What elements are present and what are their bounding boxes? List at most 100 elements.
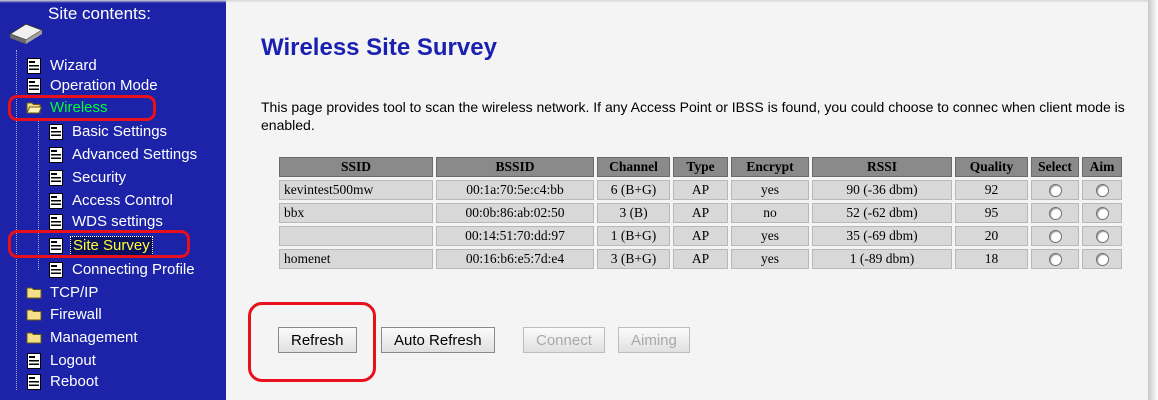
sidebar-item-label: Wireless	[50, 99, 108, 116]
tree-line	[38, 120, 39, 270]
folder-open-icon	[26, 102, 42, 114]
cell-channel: 3 (B)	[597, 203, 670, 223]
cell-type: AP	[673, 203, 728, 223]
cell-channel: 6 (B+G)	[597, 180, 670, 200]
page-icon	[49, 193, 63, 209]
folder-icon	[26, 309, 42, 321]
column-header-quality: Quality	[955, 157, 1028, 177]
cell-bssid: 00:16:b6:e5:7d:e4	[436, 249, 594, 269]
connect-button[interactable]: Connect	[523, 327, 605, 353]
sidebar-item-operation-mode[interactable]: Operation Mode	[26, 76, 160, 96]
cell-ssid: bbx	[279, 203, 433, 223]
auto-refresh-button[interactable]: Auto Refresh	[381, 327, 495, 353]
cell-channel: 1 (B+G)	[597, 226, 670, 246]
select-radio[interactable]	[1048, 184, 1062, 198]
page-edge-shadow	[1148, 0, 1158, 400]
cell-quality: 95	[955, 203, 1028, 223]
sidebar-item-basic-settings[interactable]: Basic Settings	[48, 122, 169, 142]
sidebar-item-advanced-settings[interactable]: Advanced Settings	[48, 145, 199, 165]
select-radio[interactable]	[1048, 207, 1062, 221]
sidebar-item-label: Site Survey	[70, 236, 153, 256]
sidebar-item-connecting-profile[interactable]: Connecting Profile	[48, 260, 197, 280]
cell-aim	[1082, 180, 1122, 200]
aim-radio[interactable]	[1095, 184, 1109, 198]
cell-aim	[1082, 226, 1122, 246]
cell-select	[1031, 203, 1079, 223]
cell-select	[1031, 180, 1079, 200]
page-icon	[49, 147, 63, 163]
aim-radio[interactable]	[1095, 253, 1109, 267]
sidebar-item-label: Wizard	[50, 57, 97, 74]
sidebar-item-label: Access Control	[72, 192, 173, 209]
page-icon	[27, 78, 41, 94]
page-icon	[49, 124, 63, 140]
page-icon	[49, 214, 63, 230]
cell-rssi: 52 (-62 dbm)	[812, 203, 952, 223]
page-title: Wireless Site Survey	[261, 34, 497, 61]
table-header-row: SSID BSSID Channel Type Encrypt RSSI Qua…	[279, 157, 1122, 177]
sidebar-item-site-survey[interactable]: Site Survey	[48, 236, 153, 256]
cell-ssid: kevintest500mw	[279, 180, 433, 200]
sidebar-item-label: TCP/IP	[50, 284, 99, 301]
sidebar-item-firewall[interactable]: Firewall	[26, 305, 104, 325]
page-icon	[49, 170, 63, 186]
sidebar-item-access-control[interactable]: Access Control	[48, 191, 175, 211]
sidebar-item-security[interactable]: Security	[48, 168, 128, 188]
cell-encrypt: yes	[731, 180, 809, 200]
cell-rssi: 1 (-89 dbm)	[812, 249, 952, 269]
cell-select	[1031, 226, 1079, 246]
sidebar-item-logout[interactable]: Logout	[26, 351, 98, 371]
sidebar-item-label: Firewall	[50, 306, 102, 323]
book-icon	[8, 23, 44, 44]
aiming-button[interactable]: Aiming	[618, 327, 690, 353]
sidebar-item-label: Connecting Profile	[72, 261, 195, 278]
folder-icon	[26, 332, 42, 344]
aim-radio[interactable]	[1095, 207, 1109, 221]
page-icon	[27, 353, 41, 369]
sidebar-item-label: Security	[72, 169, 127, 186]
cell-ssid	[279, 226, 433, 246]
cell-rssi: 35 (-69 dbm)	[812, 226, 952, 246]
select-radio[interactable]	[1048, 253, 1062, 267]
cell-type: AP	[673, 180, 728, 200]
sidebar-item-wireless[interactable]: Wireless	[26, 98, 110, 118]
sidebar-item-label: WDS settings	[72, 213, 163, 230]
refresh-button[interactable]: Refresh	[278, 327, 357, 353]
page-description: This page provides tool to scan the wire…	[261, 99, 1125, 133]
sidebar-item-label: Advanced Settings	[72, 146, 198, 163]
column-header-select: Select	[1031, 157, 1079, 177]
column-header-ssid: SSID	[279, 157, 433, 177]
page-icon	[49, 238, 63, 254]
sidebar-item-wizard[interactable]: Wizard	[26, 56, 99, 76]
cell-bssid: 00:0b:86:ab:02:50	[436, 203, 594, 223]
aim-radio[interactable]	[1095, 230, 1109, 244]
cell-type: AP	[673, 249, 728, 269]
table-row: 00:14:51:70:dd:97 1 (B+G) AP yes 35 (-69…	[279, 226, 1122, 246]
column-header-aim: Aim	[1082, 157, 1122, 177]
site-survey-table: SSID BSSID Channel Type Encrypt RSSI Qua…	[276, 154, 1125, 272]
sidebar-item-tcp-ip[interactable]: TCP/IP	[26, 283, 100, 303]
sidebar-item-label: Management	[50, 329, 138, 346]
main-content: Wireless Site Survey This page provides …	[226, 0, 1148, 400]
top-shadow	[0, 0, 1148, 3]
sidebar-item-wds-settings[interactable]: WDS settings	[48, 212, 165, 232]
sidebar-item-label: Logout	[50, 352, 96, 369]
table-row: homenet 00:16:b6:e5:7d:e4 3 (B+G) AP yes…	[279, 249, 1122, 269]
cell-select	[1031, 249, 1079, 269]
page-icon	[27, 374, 41, 390]
cell-encrypt: no	[731, 203, 809, 223]
page-icon	[27, 58, 41, 74]
table-row: kevintest500mw 00:1a:70:5e:c4:bb 6 (B+G)…	[279, 180, 1122, 200]
sidebar: Site contents: Wizard Operation Mode Wir…	[0, 0, 226, 400]
select-radio[interactable]	[1048, 230, 1062, 244]
cell-aim	[1082, 203, 1122, 223]
column-header-type: Type	[673, 157, 728, 177]
sidebar-item-reboot[interactable]: Reboot	[26, 372, 100, 392]
cell-quality: 20	[955, 226, 1028, 246]
site-contents-title: Site contents:	[48, 4, 152, 23]
cell-type: AP	[673, 226, 728, 246]
column-header-rssi: RSSI	[812, 157, 952, 177]
sidebar-item-management[interactable]: Management	[26, 328, 140, 348]
column-header-bssid: BSSID	[436, 157, 594, 177]
sidebar-item-label: Reboot	[50, 373, 99, 390]
